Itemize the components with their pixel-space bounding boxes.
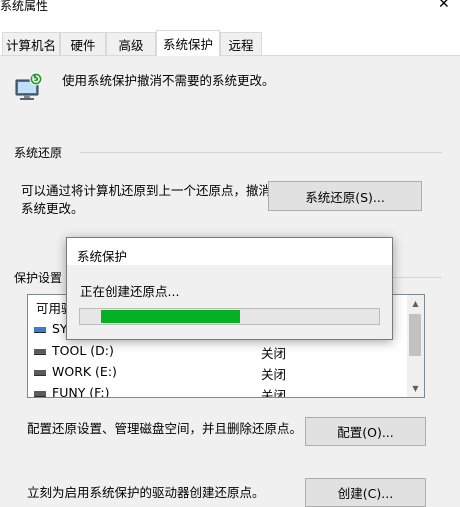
tab-divider <box>0 55 460 56</box>
title-bar: 系统属性 ✕ <box>0 0 460 18</box>
create-button[interactable]: 创建(C)... <box>305 478 426 507</box>
tab-computer-name[interactable]: 计算机名 <box>2 32 60 55</box>
create-text: 立刻为启用系统保护的驱动器创建还原点。 <box>27 485 265 500</box>
drive-row-tool[interactable]: TOOL (D:) 关闭 <box>28 341 408 362</box>
dialog-title: 系统保护 <box>77 249 128 264</box>
drive-icon <box>34 349 46 355</box>
tab-remote[interactable]: 远程 <box>220 32 262 55</box>
drive-icon <box>34 370 46 376</box>
system-restore-button[interactable]: 系统还原(S)... <box>268 181 422 211</box>
system-protection-dialog: 系统保护 正在创建还原点... <box>66 237 393 340</box>
drive-status: 关闭 <box>261 367 287 382</box>
progress-fill <box>101 310 240 323</box>
system-protection-monitor-icon <box>15 72 43 100</box>
restore-description-line1: 可以通过将计算机还原到上一个还原点，撤消 <box>21 183 272 198</box>
drive-icon <box>34 391 46 397</box>
tab-hardware[interactable]: 硬件 <box>60 32 106 55</box>
window-title: 系统属性 <box>0 0 49 13</box>
tab-system-protection[interactable]: 系统保护 <box>156 30 220 56</box>
protection-group-line <box>392 277 442 278</box>
tab-advanced[interactable]: 高级 <box>106 32 156 55</box>
drive-status: 关闭 <box>261 346 287 361</box>
protection-group-title: 保护设置 <box>14 269 67 286</box>
progress-bar <box>79 308 380 325</box>
drive-name: TOOL (D:) <box>52 343 114 358</box>
list-scrollbar[interactable]: ▲ ▼ <box>407 295 424 397</box>
dialog-body: 正在创建还原点... <box>67 265 392 339</box>
configure-text: 配置还原设置、管理磁盘空间，并且删除还原点。 <box>27 421 303 436</box>
restore-group-line <box>80 152 442 153</box>
drive-row-funy[interactable]: FUNY (F:) 关闭 <box>28 383 408 398</box>
close-icon[interactable]: ✕ <box>438 0 450 12</box>
dialog-message: 正在创建还原点... <box>80 284 180 299</box>
drive-name: WORK (E:) <box>52 364 117 379</box>
drive-status: 关闭 <box>261 388 287 398</box>
intro-text: 使用系统保护撤消不需要的系统更改。 <box>62 73 275 88</box>
configure-button[interactable]: 配置(O)... <box>305 417 426 446</box>
restore-group-title: 系统还原 <box>14 144 67 161</box>
restore-description-line2: 系统更改。 <box>21 201 84 216</box>
drive-row-work[interactable]: WORK (E:) 关闭 <box>28 362 408 383</box>
scroll-down-icon[interactable]: ▼ <box>407 380 424 397</box>
scroll-thumb[interactable] <box>409 314 421 356</box>
drive-name: FUNY (F:) <box>52 385 110 398</box>
system-drive-icon <box>34 327 46 333</box>
scroll-up-icon[interactable]: ▲ <box>407 295 424 312</box>
